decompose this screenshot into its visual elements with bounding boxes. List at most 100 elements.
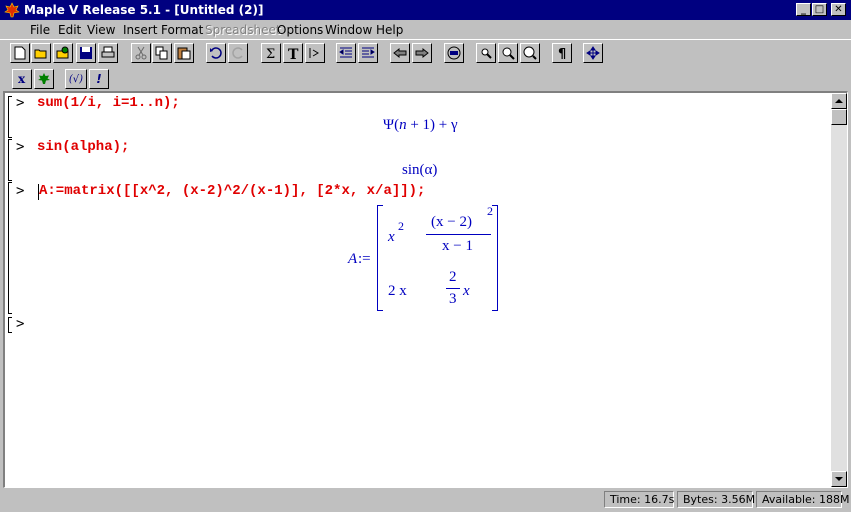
undo-icon bbox=[210, 47, 222, 59]
scroll-down-button[interactable] bbox=[831, 471, 847, 487]
a22-variable: x bbox=[463, 283, 470, 299]
arrow-down-icon bbox=[835, 477, 843, 481]
arrow-right-icon bbox=[415, 47, 429, 59]
maple-leaf-icon[interactable] bbox=[4, 2, 20, 18]
menu-file[interactable]: File bbox=[30, 23, 50, 37]
prompt: > bbox=[16, 95, 25, 111]
status-bytes: Bytes: 3.56M bbox=[677, 491, 755, 508]
zoom-200-button[interactable] bbox=[520, 43, 540, 63]
maximize-button[interactable]: □ bbox=[812, 3, 827, 16]
window-title: Maple V Release 5.1 - [Untitled (2)] bbox=[24, 3, 264, 17]
pilcrow-icon: ¶ bbox=[558, 47, 566, 60]
x-variable-icon: x bbox=[18, 72, 26, 86]
vertical-scrollbar[interactable] bbox=[831, 93, 847, 487]
prompt: > bbox=[16, 183, 25, 199]
gamma-symbol: γ bbox=[451, 117, 458, 133]
plus-one: + 1) + bbox=[406, 117, 451, 133]
a22-denominator: 3 bbox=[449, 291, 457, 307]
input-line-2[interactable]: sin(alpha); bbox=[37, 139, 129, 155]
new-button[interactable] bbox=[10, 43, 30, 63]
scroll-thumb[interactable] bbox=[831, 109, 847, 125]
insert-text-button[interactable]: T bbox=[283, 43, 303, 63]
svg-text:¶: ¶ bbox=[558, 47, 566, 60]
assign-operator: := bbox=[358, 251, 371, 267]
a12-numerator: (x − 2) bbox=[431, 214, 472, 230]
matrix-name: A bbox=[348, 251, 358, 267]
print-button[interactable] bbox=[98, 43, 118, 63]
title-bar[interactable]: Maple V Release 5.1 - [Untitled (2)] _ □… bbox=[0, 0, 851, 20]
menu-view[interactable]: View bbox=[87, 23, 115, 37]
back-button[interactable] bbox=[390, 43, 410, 63]
paren-close: ) bbox=[432, 162, 438, 178]
a12-denominator: x − 1 bbox=[442, 238, 473, 254]
status-time: Time: 16.7s bbox=[604, 491, 674, 508]
stop-button[interactable] bbox=[444, 43, 464, 63]
execute-button[interactable]: ! bbox=[89, 69, 109, 89]
input-line-3[interactable]: A:=matrix([[x^2, (x-2)^2/(x-1)], [2*x, x… bbox=[39, 183, 425, 199]
worksheet[interactable]: > sum(1/i, i=1..n); Ψ(n + 1) + γ > sin(a… bbox=[3, 91, 848, 488]
arrow-left-icon bbox=[393, 47, 407, 59]
context-toolbar: x (√) ! bbox=[0, 67, 851, 91]
svg-text:Σ: Σ bbox=[266, 47, 275, 60]
menu-help[interactable]: Help bbox=[376, 23, 403, 37]
menu-window[interactable]: Window bbox=[325, 23, 372, 37]
minimize-button[interactable]: _ bbox=[796, 3, 811, 16]
magnifier-medium-icon bbox=[502, 47, 515, 60]
arrow-up-icon bbox=[835, 99, 843, 103]
forward-button[interactable] bbox=[412, 43, 432, 63]
text-t-icon: T bbox=[288, 47, 299, 60]
redo-icon bbox=[232, 47, 243, 59]
open-button[interactable] bbox=[31, 43, 51, 63]
group-bracket[interactable] bbox=[8, 139, 12, 181]
exec-label: ! bbox=[96, 72, 102, 86]
printer-icon bbox=[101, 46, 115, 58]
undo-button[interactable] bbox=[206, 43, 226, 63]
maple-notation-button[interactable] bbox=[34, 69, 54, 89]
indent-icon bbox=[362, 47, 375, 58]
maple-leaf-green-icon bbox=[38, 73, 50, 84]
group-bracket[interactable] bbox=[8, 317, 12, 333]
status-bar: Time: 16.7s Bytes: 3.56M Available: 188M bbox=[0, 488, 851, 512]
redo-button bbox=[228, 43, 248, 63]
a21-entry: 2 x bbox=[388, 283, 407, 299]
menu-options[interactable]: Options bbox=[277, 23, 323, 37]
prompt: > bbox=[16, 316, 25, 332]
scroll-up-button[interactable] bbox=[831, 93, 847, 109]
var-n: n bbox=[399, 117, 407, 133]
a12-fraction-bar bbox=[426, 234, 491, 235]
open-url-icon bbox=[56, 46, 69, 59]
a11-exponent: 2 bbox=[398, 219, 404, 233]
save-button[interactable] bbox=[76, 43, 96, 63]
indent-button[interactable] bbox=[358, 43, 378, 63]
a22-fraction-bar bbox=[446, 288, 460, 289]
zoom-100-button[interactable] bbox=[476, 43, 496, 63]
show-markers-button[interactable]: ¶ bbox=[552, 43, 572, 63]
copy-button[interactable] bbox=[152, 43, 172, 63]
group-bracket[interactable] bbox=[8, 96, 12, 138]
restart-button[interactable] bbox=[583, 43, 603, 63]
output-1: Ψ(n + 1) + γ bbox=[383, 117, 458, 134]
zoom-150-button[interactable] bbox=[498, 43, 518, 63]
magnifier-small-icon bbox=[481, 48, 492, 59]
psi-symbol: Ψ bbox=[383, 117, 395, 133]
stop-icon bbox=[447, 46, 461, 60]
magnifier-large-icon bbox=[523, 46, 537, 60]
insert-math-button[interactable]: Σ bbox=[261, 43, 281, 63]
menu-edit[interactable]: Edit bbox=[58, 23, 81, 37]
insert-prompt-button[interactable] bbox=[305, 43, 325, 63]
save-disk-icon bbox=[80, 47, 92, 59]
open-folder-icon bbox=[34, 49, 47, 59]
new-file-icon bbox=[14, 46, 26, 60]
group-bracket[interactable] bbox=[8, 182, 12, 314]
input-line-1[interactable]: sum(1/i, i=1..n); bbox=[37, 95, 180, 111]
prompt: > bbox=[16, 139, 25, 155]
paste-button[interactable] bbox=[174, 43, 194, 63]
outdent-button[interactable] bbox=[336, 43, 356, 63]
menu-format[interactable]: Format bbox=[161, 23, 203, 37]
correct-syntax-button[interactable]: (√) bbox=[65, 69, 87, 89]
close-button[interactable]: ✕ bbox=[831, 3, 846, 16]
open-url-button[interactable] bbox=[53, 43, 73, 63]
cut-button bbox=[131, 43, 151, 63]
toggle-input-button[interactable]: x bbox=[12, 69, 32, 89]
menu-insert[interactable]: Insert bbox=[123, 23, 157, 37]
